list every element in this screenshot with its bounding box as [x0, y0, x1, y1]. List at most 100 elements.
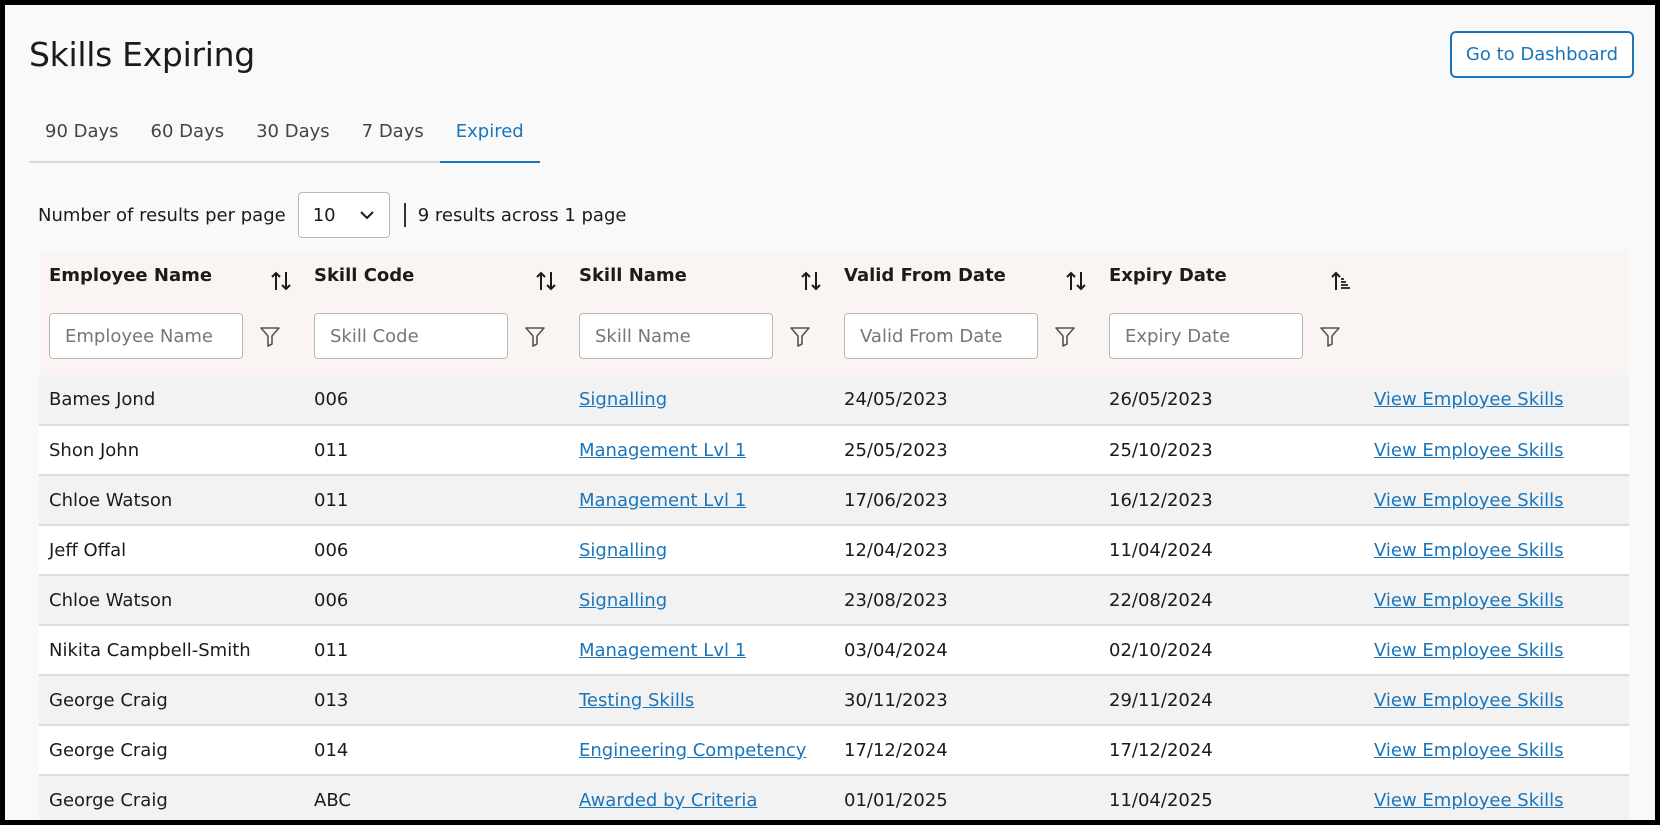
skill-name-link[interactable]: Testing Skills [579, 690, 694, 711]
skill-name-cell: Signalling [569, 375, 834, 426]
filter-icon[interactable] [259, 324, 281, 348]
employee-name-cell: Shon John [39, 425, 304, 476]
skill-name-link[interactable]: Signalling [579, 590, 667, 611]
expiry-date-cell: 29/11/2024 [1099, 675, 1364, 726]
expiry-date-cell: 17/12/2024 [1099, 725, 1364, 776]
filter-icon[interactable] [524, 324, 546, 348]
skill-name-link[interactable]: Signalling [579, 540, 667, 561]
expiry-date-cell: 25/10/2023 [1099, 425, 1364, 476]
view-employee-skills-link[interactable]: View Employee Skills [1374, 389, 1564, 410]
employee-name-cell: George Craig [39, 725, 304, 776]
tab-90-days[interactable]: 90 Days [29, 113, 135, 163]
skill-code-cell: 011 [304, 425, 569, 476]
sort-arrows-icon[interactable] [800, 269, 822, 293]
sort-arrows-icon[interactable] [270, 269, 292, 293]
filter-cell-expiry-date [1099, 309, 1364, 375]
column-label: Valid From Date [844, 265, 1006, 286]
skill-name-link[interactable]: Engineering Competency [579, 740, 806, 761]
skill-name-link[interactable]: Management Lvl 1 [579, 640, 746, 661]
page-title: Skills Expiring [29, 35, 255, 74]
filter-input-expiry-date[interactable] [1109, 313, 1303, 359]
action-cell: View Employee Skills [1364, 775, 1629, 820]
filter-icon[interactable] [1054, 324, 1076, 348]
action-cell: View Employee Skills [1364, 525, 1629, 576]
skill-code-cell: ABC [304, 775, 569, 820]
table-row: George Craig ABC Awarded by Criteria 01/01/… [39, 775, 1629, 820]
view-employee-skills-link[interactable]: View Employee Skills [1374, 740, 1564, 761]
skill-name-cell: Signalling [569, 575, 834, 626]
view-employee-skills-link[interactable]: View Employee Skills [1374, 440, 1564, 461]
valid-from-cell: 03/04/2024 [834, 625, 1099, 676]
filter-input-valid-from-date[interactable] [844, 313, 1038, 359]
valid-from-cell: 17/12/2024 [834, 725, 1099, 776]
employee-name-cell: George Craig [39, 775, 304, 820]
expiry-date-cell: 11/04/2024 [1099, 525, 1364, 576]
column-header-skill-name: Skill Name [569, 251, 834, 309]
column-label: Expiry Date [1109, 265, 1227, 286]
skill-name-link[interactable]: Awarded by Criteria [579, 790, 757, 811]
skill-name-link[interactable]: Management Lvl 1 [579, 490, 746, 511]
employee-name-cell: Bames Jond [39, 375, 304, 426]
expiry-date-cell: 16/12/2023 [1099, 475, 1364, 526]
employee-name-cell: Chloe Watson [39, 575, 304, 626]
action-cell: View Employee Skills [1364, 625, 1629, 676]
column-label: Skill Code [314, 265, 415, 286]
filter-cell-valid-from-date [834, 309, 1099, 375]
skill-name-cell: Management Lvl 1 [569, 625, 834, 676]
filter-icon[interactable] [1319, 324, 1341, 348]
filter-input-skill-code[interactable] [314, 313, 508, 359]
skill-name-cell: Management Lvl 1 [569, 425, 834, 476]
per-page-select[interactable]: 10 [297, 192, 390, 238]
tab-7-days[interactable]: 7 Days [346, 113, 440, 163]
expiry-date-cell: 26/05/2023 [1099, 375, 1364, 426]
skill-name-link[interactable]: Signalling [579, 389, 667, 410]
table-header-row: Employee Name Skill Code Skill Name Valid F… [39, 251, 1629, 309]
expiry-date-cell: 22/08/2024 [1099, 575, 1364, 626]
tab-60-days[interactable]: 60 Days [135, 113, 241, 163]
filter-input-employee-name[interactable] [49, 313, 243, 359]
view-employee-skills-link[interactable]: View Employee Skills [1374, 490, 1564, 511]
skill-code-cell: 011 [304, 625, 569, 676]
column-header-skill-code: Skill Code [304, 251, 569, 309]
expiry-date-cell: 02/10/2024 [1099, 625, 1364, 676]
valid-from-cell: 30/11/2023 [834, 675, 1099, 726]
valid-from-cell: 24/05/2023 [834, 375, 1099, 426]
action-cell: View Employee Skills [1364, 425, 1629, 476]
skill-name-cell: Management Lvl 1 [569, 475, 834, 526]
sort-arrows-icon[interactable] [535, 269, 557, 293]
employee-name-cell: George Craig [39, 675, 304, 726]
filter-icon[interactable] [789, 324, 811, 348]
skill-name-cell: Testing Skills [569, 675, 834, 726]
sort-ascending-icon[interactable] [1330, 269, 1352, 293]
column-header-valid-from-date: Valid From Date [834, 251, 1099, 309]
filter-cell-actions [1364, 309, 1629, 375]
tab-30-days[interactable]: 30 Days [240, 113, 346, 163]
table-row: George Craig 013 Testing Skills 30/11/2023 2… [39, 675, 1629, 726]
valid-from-cell: 01/01/2025 [834, 775, 1099, 820]
sort-arrows-icon[interactable] [1065, 269, 1087, 293]
valid-from-cell: 12/04/2023 [834, 525, 1099, 576]
tab-expired[interactable]: Expired [439, 113, 540, 163]
go-to-dashboard-button[interactable]: Go to Dashboard [1450, 31, 1634, 78]
view-employee-skills-link[interactable]: View Employee Skills [1374, 540, 1564, 561]
table-row: George Craig 014 Engineering Competency 17/… [39, 725, 1629, 776]
results-summary: 9 results across 1 page [417, 204, 627, 226]
valid-from-cell: 25/05/2023 [834, 425, 1099, 476]
view-employee-skills-link[interactable]: View Employee Skills [1374, 590, 1564, 611]
table-row: Chloe Watson 011 Management Lvl 1 17/06/202… [39, 475, 1629, 526]
table-filter-row [39, 309, 1629, 375]
view-employee-skills-link[interactable]: View Employee Skills [1374, 640, 1564, 661]
table-row: Bames Jond 006 Signalling 24/05/2023 26/05/2… [39, 375, 1629, 426]
view-employee-skills-link[interactable]: View Employee Skills [1374, 790, 1564, 811]
employee-name-cell: Chloe Watson [39, 475, 304, 526]
pagination-bar: Number of results per page 10 9 results … [38, 192, 626, 238]
skill-code-cell: 006 [304, 525, 569, 576]
action-cell: View Employee Skills [1364, 725, 1629, 776]
skill-name-cell: Engineering Competency [569, 725, 834, 776]
skill-name-link[interactable]: Management Lvl 1 [579, 440, 746, 461]
filter-cell-employee-name [39, 309, 304, 375]
filter-input-skill-name[interactable] [579, 313, 773, 359]
skill-code-cell: 006 [304, 575, 569, 626]
skill-code-cell: 006 [304, 375, 569, 426]
view-employee-skills-link[interactable]: View Employee Skills [1374, 690, 1564, 711]
